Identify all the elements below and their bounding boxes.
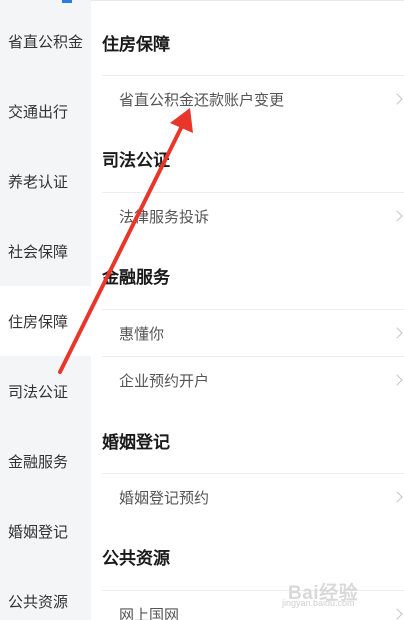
section-title-notary: 司法公证 [102,151,170,171]
divider [91,0,404,1]
service-list: 住房保障 省直公积金还款账户变更 司法公证 法律服务投诉 金融服务 惠懂你 企业… [91,0,404,620]
category-sidebar: 省直公积金 交通出行 养老认证 社会保障 住房保障 司法公证 金融服务 婚姻登记… [0,0,91,620]
section-title-public-resources: 公共资源 [102,549,170,569]
sidebar-item-label: 婚姻登记 [8,522,69,541]
baidu-jingyan-watermark: Bai经验 jingyan.baidu.com [282,578,400,610]
sidebar-item-label: 交通出行 [8,102,69,121]
chevron-right-icon [391,374,403,386]
section-title-housing: 住房保障 [102,35,170,55]
sidebar-item-pension-auth[interactable]: 养老认证 [0,146,91,216]
section-title-marriage: 婚姻登记 [102,433,170,453]
sidebar-item-label: 住房保障 [8,312,69,331]
sidebar-item-notary[interactable]: 司法公证 [0,356,91,426]
sidebar-item-public-resources[interactable]: 公共资源 [0,566,91,620]
sidebar-item-provident-fund[interactable]: 省直公积金 [0,6,91,76]
chevron-right-icon [391,327,403,339]
watermark-url: jingyan.baidu.com [282,598,355,608]
sidebar-top-accent [62,0,72,3]
sidebar-item-transport[interactable]: 交通出行 [0,76,91,146]
service-row-provident-fund-account-change[interactable]: 省直公积金还款账户变更 [102,75,404,122]
service-row-legal-complaint[interactable]: 法律服务投诉 [102,192,404,239]
chevron-right-icon [391,93,403,105]
sidebar-item-marriage[interactable]: 婚姻登记 [0,496,91,566]
chevron-right-icon [391,608,403,620]
sidebar-item-social-security[interactable]: 社会保障 [0,216,91,286]
service-label: 惠懂你 [119,324,165,343]
sidebar-item-label: 养老认证 [8,172,69,191]
service-label: 省直公积金还款账户变更 [119,90,285,109]
section-title-finance: 金融服务 [102,268,170,288]
service-row-enterprise-account[interactable]: 企业预约开户 [102,356,404,403]
service-row-marriage-appointment[interactable]: 婚姻登记预约 [102,473,404,520]
sidebar-item-label: 公共资源 [8,592,69,611]
sidebar-item-finance[interactable]: 金融服务 [0,426,91,496]
sidebar-item-label: 社会保障 [8,242,69,261]
sidebar-item-label: 金融服务 [8,452,69,471]
sidebar-item-label: 司法公证 [8,382,69,401]
chevron-right-icon [391,210,403,222]
service-row-huidongni[interactable]: 惠懂你 [102,309,404,356]
sidebar-item-housing[interactable]: 住房保障 [0,286,91,356]
service-label: 企业预约开户 [119,371,210,390]
chevron-right-icon [391,491,403,503]
service-label: 法律服务投诉 [119,207,210,226]
service-label: 网上国网 [119,605,180,620]
service-label: 婚姻登记预约 [119,488,210,507]
sidebar-item-label: 省直公积金 [8,32,84,51]
